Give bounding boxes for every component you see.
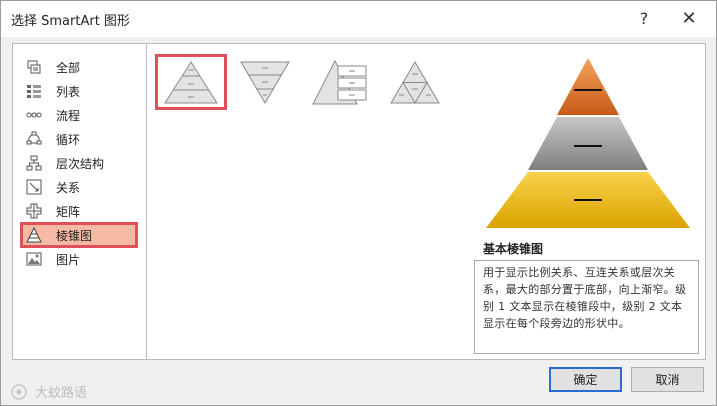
category-label: 图片 [56,252,81,267]
picture-icon [26,251,42,267]
preview-title: 基本棱锥图 [483,242,544,256]
inverted-pyramid-thumbnail [240,61,290,104]
pyramid-icon [26,227,42,243]
title-bar: 选择 SmartArt 图形 ? ✕ [1,1,716,37]
basic-pyramid-thumbnail [164,61,218,104]
category-matrix[interactable]: 矩阵 [21,200,136,222]
category-process[interactable]: 流程 [21,104,136,126]
watermark: 大蚊路语 [7,382,87,401]
pyramid-preview-image [486,58,690,228]
cycle-icon [26,131,42,147]
layout-segmented-pyramid[interactable] [379,54,451,110]
pyramid-list-thumbnail [312,59,367,105]
relationship-icon [26,179,42,195]
segmented-pyramid-thumbnail [390,61,440,104]
close-button[interactable]: ✕ [676,7,702,31]
all-icon [26,59,42,75]
category-pyramid[interactable]: 棱锥图 [21,224,136,246]
layout-pyramid-list[interactable] [307,54,379,110]
category-list: 全部 列表 流程 循环 层次结构 关系 矩阵 棱锥图 图片 [12,43,146,360]
smartart-dialog: 选择 SmartArt 图形 ? ✕ 全部 列表 流程 循环 层次结构 关系 矩… [0,0,717,406]
help-button[interactable]: ? [631,7,657,31]
category-relationship[interactable]: 关系 [21,176,136,198]
category-label: 全部 [56,60,81,75]
process-icon [26,107,42,123]
category-label: 关系 [56,180,81,195]
category-label: 列表 [56,84,81,99]
layout-basic-pyramid[interactable] [155,54,227,110]
category-all[interactable]: 全部 [21,56,136,78]
category-label: 循环 [56,132,81,147]
category-label: 流程 [56,108,81,123]
cancel-button[interactable]: 取消 [631,367,704,392]
category-hierarchy[interactable]: 层次结构 [21,152,136,174]
category-picture[interactable]: 图片 [21,248,136,270]
hierarchy-icon [26,155,42,171]
list-icon [26,83,42,99]
layout-inverted-pyramid[interactable] [229,54,301,110]
category-label: 层次结构 [56,156,105,171]
category-label: 矩阵 [56,204,81,219]
matrix-icon [26,203,42,219]
preview-pane: 基本棱锥图 用于显示比例关系、互连关系或层次关系，最大的部分置于底部，向上渐窄。… [472,43,706,360]
category-cycle[interactable]: 循环 [21,128,136,150]
category-list-item[interactable]: 列表 [21,80,136,102]
ok-button[interactable]: 确定 [549,367,622,392]
watermark-text: 大蚊路语 [35,386,88,401]
layout-gallery [146,43,473,360]
preview-description: 用于显示比例关系、互连关系或层次关系，最大的部分置于底部，向上渐窄。级别 1 文… [474,260,699,354]
dialog-title: 选择 SmartArt 图形 [11,14,130,29]
watermark-logo-icon [11,383,27,400]
category-label: 棱锥图 [56,228,93,243]
